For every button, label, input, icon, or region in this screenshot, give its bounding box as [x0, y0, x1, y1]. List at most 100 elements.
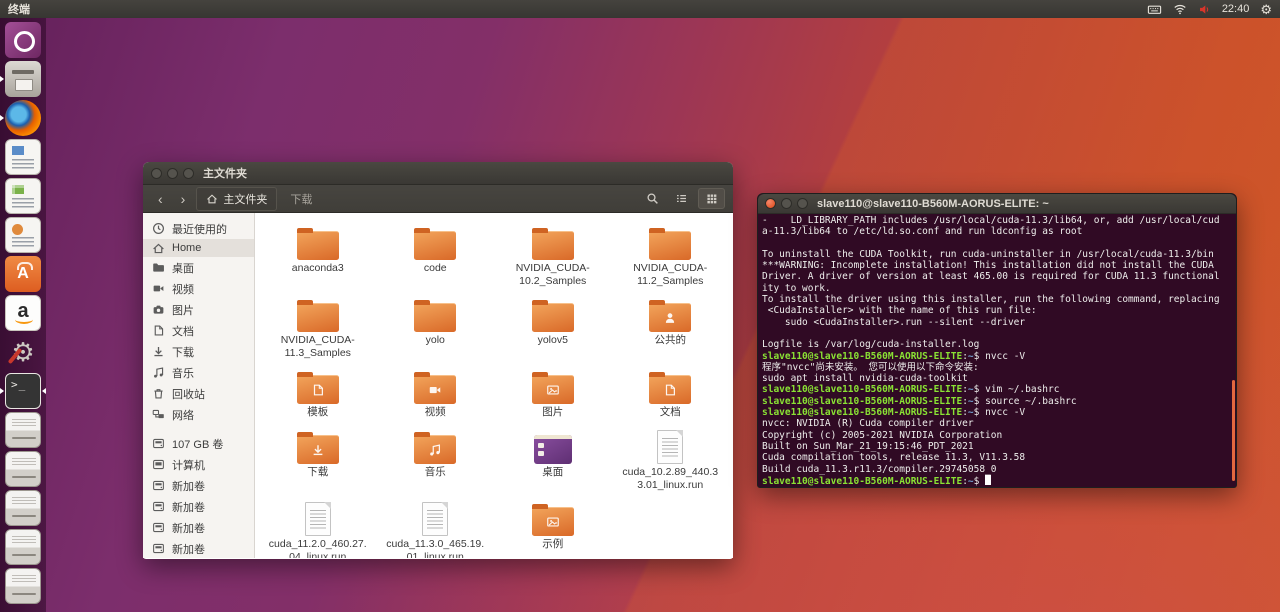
folder-icon: [296, 372, 339, 405]
fm-titlebar[interactable]: 主文件夹: [143, 162, 733, 185]
grid-item-folder[interactable]: NVIDIA_CUDA-11.2_Samples: [612, 219, 730, 287]
file-grid-item-icon: [422, 498, 449, 537]
search-icon[interactable]: [640, 189, 665, 208]
dock-amazon[interactable]: a: [5, 295, 41, 331]
grid-item-folder[interactable]: NVIDIA_CUDA-11.3_Samples: [259, 291, 377, 359]
grid-item-file[interactable]: cuda_11.3.0_465.19.01_linux.run: [377, 495, 495, 558]
grid-item-desktop[interactable]: 桌面: [494, 423, 612, 491]
dock-libreoffice-impress[interactable]: [5, 217, 41, 253]
sidebar-item-icon: [152, 261, 165, 274]
hard-disk-icon: [5, 412, 41, 448]
dock-firefox[interactable]: [5, 100, 41, 136]
grid-item-folder[interactable]: yolo: [377, 291, 495, 359]
grid-item-folder[interactable]: code: [377, 219, 495, 287]
breadcrumb-downloads[interactable]: 下载: [281, 188, 321, 210]
hard-disk-icon: [5, 529, 41, 565]
grid-item-file[interactable]: cuda_11.2.0_460.27.04_linux.run: [259, 495, 377, 558]
sidebar-item-volume-107gb[interactable]: 107 GB 卷: [143, 433, 254, 454]
grid-item-folder[interactable]: 公共的: [612, 291, 730, 359]
terminal-scrollbar-thumb[interactable]: [1232, 379, 1235, 481]
folder-icon: [649, 372, 692, 405]
dock-libreoffice-calc[interactable]: [5, 178, 41, 214]
folder-icon: [414, 300, 457, 333]
grid-item-folder[interactable]: 下载: [259, 423, 377, 491]
grid-item-folder[interactable]: 视频: [377, 363, 495, 419]
keyboard-indicator-icon[interactable]: [1147, 2, 1162, 17]
maximize-icon[interactable]: [183, 167, 194, 179]
minimize-icon[interactable]: [167, 167, 178, 179]
session-menu-gear-icon[interactable]: ⚙: [1260, 3, 1272, 16]
sidebar-item-network[interactable]: 网络: [143, 404, 254, 425]
file-grid-item-label: NVIDIA_CUDA-11.3_Samples: [280, 334, 355, 359]
sidebar-item-videos[interactable]: 视频: [143, 278, 254, 299]
grid-item-folder[interactable]: 音乐: [377, 423, 495, 491]
grid-view-icon[interactable]: [698, 188, 725, 209]
dock-files[interactable]: [5, 61, 41, 97]
sidebar-item-new-volume-4[interactable]: 新加卷: [143, 538, 254, 558]
folder-icon: [296, 228, 339, 260]
dock-terminal[interactable]: >_: [5, 373, 41, 409]
sidebar-item-new-volume-3[interactable]: 新加卷: [143, 517, 254, 538]
grid-item-folder[interactable]: 图片: [494, 363, 612, 419]
forward-button[interactable]: ›: [174, 192, 193, 206]
terminal-screen[interactable]: - LD_LIBRARY_PATH includes /usr/local/cu…: [758, 214, 1236, 486]
sidebar-item-home[interactable]: Home: [143, 239, 254, 257]
sidebar-item-new-volume-1[interactable]: 新加卷: [143, 475, 254, 496]
grid-item-folder[interactable]: 文档: [612, 363, 730, 419]
dock-disk-1[interactable]: [5, 412, 41, 448]
close-icon[interactable]: [151, 167, 162, 179]
dock-system-settings[interactable]: ⚙: [5, 334, 41, 370]
dock-disk-2[interactable]: [5, 451, 41, 487]
file-grid-item-icon: [414, 294, 457, 333]
breadcrumb-home[interactable]: 主文件夹: [196, 186, 278, 211]
file-grid-item-icon: [414, 222, 457, 260]
file-grid-item-icon: [414, 426, 457, 464]
sidebar-item-downloads[interactable]: 下载: [143, 341, 254, 362]
grid-item-folder[interactable]: NVIDIA_CUDA-10.2_Samples: [494, 219, 612, 287]
sidebar-item-trash[interactable]: 回收站: [143, 383, 254, 404]
minimize-icon[interactable]: [781, 198, 792, 209]
grid-item-folder[interactable]: anaconda3: [259, 219, 377, 287]
file-grid-item-icon: [296, 222, 339, 260]
sidebar-item-icon: [152, 458, 165, 471]
clock[interactable]: 22:40: [1222, 3, 1250, 15]
folder-icon: [531, 228, 574, 260]
launcher-dock: A a ⚙ >_: [0, 18, 46, 612]
sidebar-item-label: 计算机: [172, 459, 205, 472]
wifi-icon[interactable]: [1173, 2, 1187, 16]
sidebar-item-music[interactable]: 音乐: [143, 362, 254, 383]
sidebar-item-new-volume-2[interactable]: 新加卷: [143, 496, 254, 517]
grid-item-folder[interactable]: yolov5: [494, 291, 612, 359]
sidebar-item-computer[interactable]: 计算机: [143, 454, 254, 475]
maximize-icon[interactable]: [797, 198, 808, 209]
grid-item-file[interactable]: cuda_10.2.89_440.33.01_linux.run: [612, 423, 730, 491]
back-button[interactable]: ‹: [151, 192, 170, 206]
sidebar-item-icon: [152, 479, 165, 492]
file-grid-item-icon: [414, 366, 457, 405]
dock-disk-3[interactable]: [5, 490, 41, 526]
volume-icon[interactable]: [1198, 3, 1211, 16]
grid-item-folder[interactable]: 示例: [494, 495, 612, 558]
sidebar-item-pictures[interactable]: 图片: [143, 299, 254, 320]
list-view-icon[interactable]: [669, 189, 694, 208]
grid-item-folder[interactable]: 模板: [259, 363, 377, 419]
sidebar-item-label: 回收站: [172, 388, 205, 401]
folder-icon: [531, 300, 574, 333]
close-icon[interactable]: [765, 198, 776, 209]
file-grid-item-label: code: [423, 262, 447, 274]
dock-ubuntu-dash[interactable]: [5, 22, 41, 58]
dock-libreoffice-writer[interactable]: [5, 139, 41, 175]
sidebar-item-desktop[interactable]: 桌面: [143, 257, 254, 278]
sidebar-item-icon: [152, 437, 165, 450]
terminal-titlebar[interactable]: slave110@slave110-B560M-AORUS-ELITE: ~: [758, 194, 1236, 214]
sidebar-item-label: 视频: [172, 283, 194, 296]
sidebar-item-icon: [152, 222, 165, 235]
sidebar-item-documents[interactable]: 文档: [143, 320, 254, 341]
dock-disk-5[interactable]: [5, 568, 41, 604]
dock-disk-4[interactable]: [5, 529, 41, 565]
file-grid-item-label: 下载: [307, 465, 329, 478]
sidebar-item-recent[interactable]: 最近使用的: [143, 218, 254, 239]
sidebar-item-icon: [152, 282, 165, 295]
dock-ubuntu-software[interactable]: A: [5, 256, 41, 292]
folder-icon: [296, 431, 339, 464]
